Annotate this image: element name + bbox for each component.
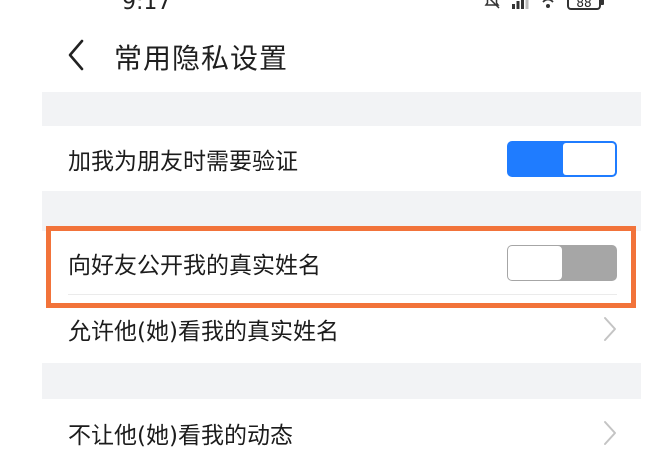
- chevron-right-icon: [604, 317, 616, 341]
- setting-label: 不让他(她)看我的动态: [68, 422, 293, 449]
- setting-label: 向好友公开我的真实姓名: [68, 253, 321, 279]
- header: 常用隐私设置: [42, 18, 641, 92]
- section-gap: [42, 363, 641, 399]
- page-title: 常用隐私设置: [114, 42, 289, 75]
- setting-row-friend-verify[interactable]: 加我为朋友时需要验证: [42, 126, 641, 191]
- section-gap: [42, 92, 641, 126]
- wifi-icon: [542, 0, 554, 8]
- friend-verify-toggle[interactable]: [507, 140, 617, 177]
- status-icons: 88: [483, 0, 604, 12]
- setting-label: 允许他(她)看我的真实姓名: [68, 319, 339, 345]
- toggle-knob: [563, 142, 615, 175]
- setting-row-hide-moments[interactable]: 不让他(她)看我的动态: [42, 399, 641, 466]
- bell-muted-icon: [484, 0, 500, 9]
- status-bar: 9:17 88: [42, 0, 641, 18]
- toggle-knob: [508, 246, 562, 280]
- section-gap: [42, 191, 641, 231]
- setting-label: 加我为朋友时需要验证: [68, 148, 298, 175]
- setting-row-public-real-name[interactable]: 向好友公开我的真实姓名: [42, 231, 641, 295]
- phone-screen: 9:17 88 常用隐私设置 加我为朋友时需要验证 向好友公开我的真实姓名 允许…: [42, 0, 641, 466]
- battery-icon: 88: [567, 0, 604, 10]
- public-real-name-toggle[interactable]: [507, 245, 617, 281]
- signal-icon: [512, 0, 529, 9]
- setting-row-allow-view-name[interactable]: 允许他(她)看我的真实姓名: [42, 295, 641, 363]
- back-chevron-icon[interactable]: [62, 37, 92, 73]
- chevron-right-icon: [604, 420, 616, 445]
- status-time: 9:17: [122, 0, 172, 15]
